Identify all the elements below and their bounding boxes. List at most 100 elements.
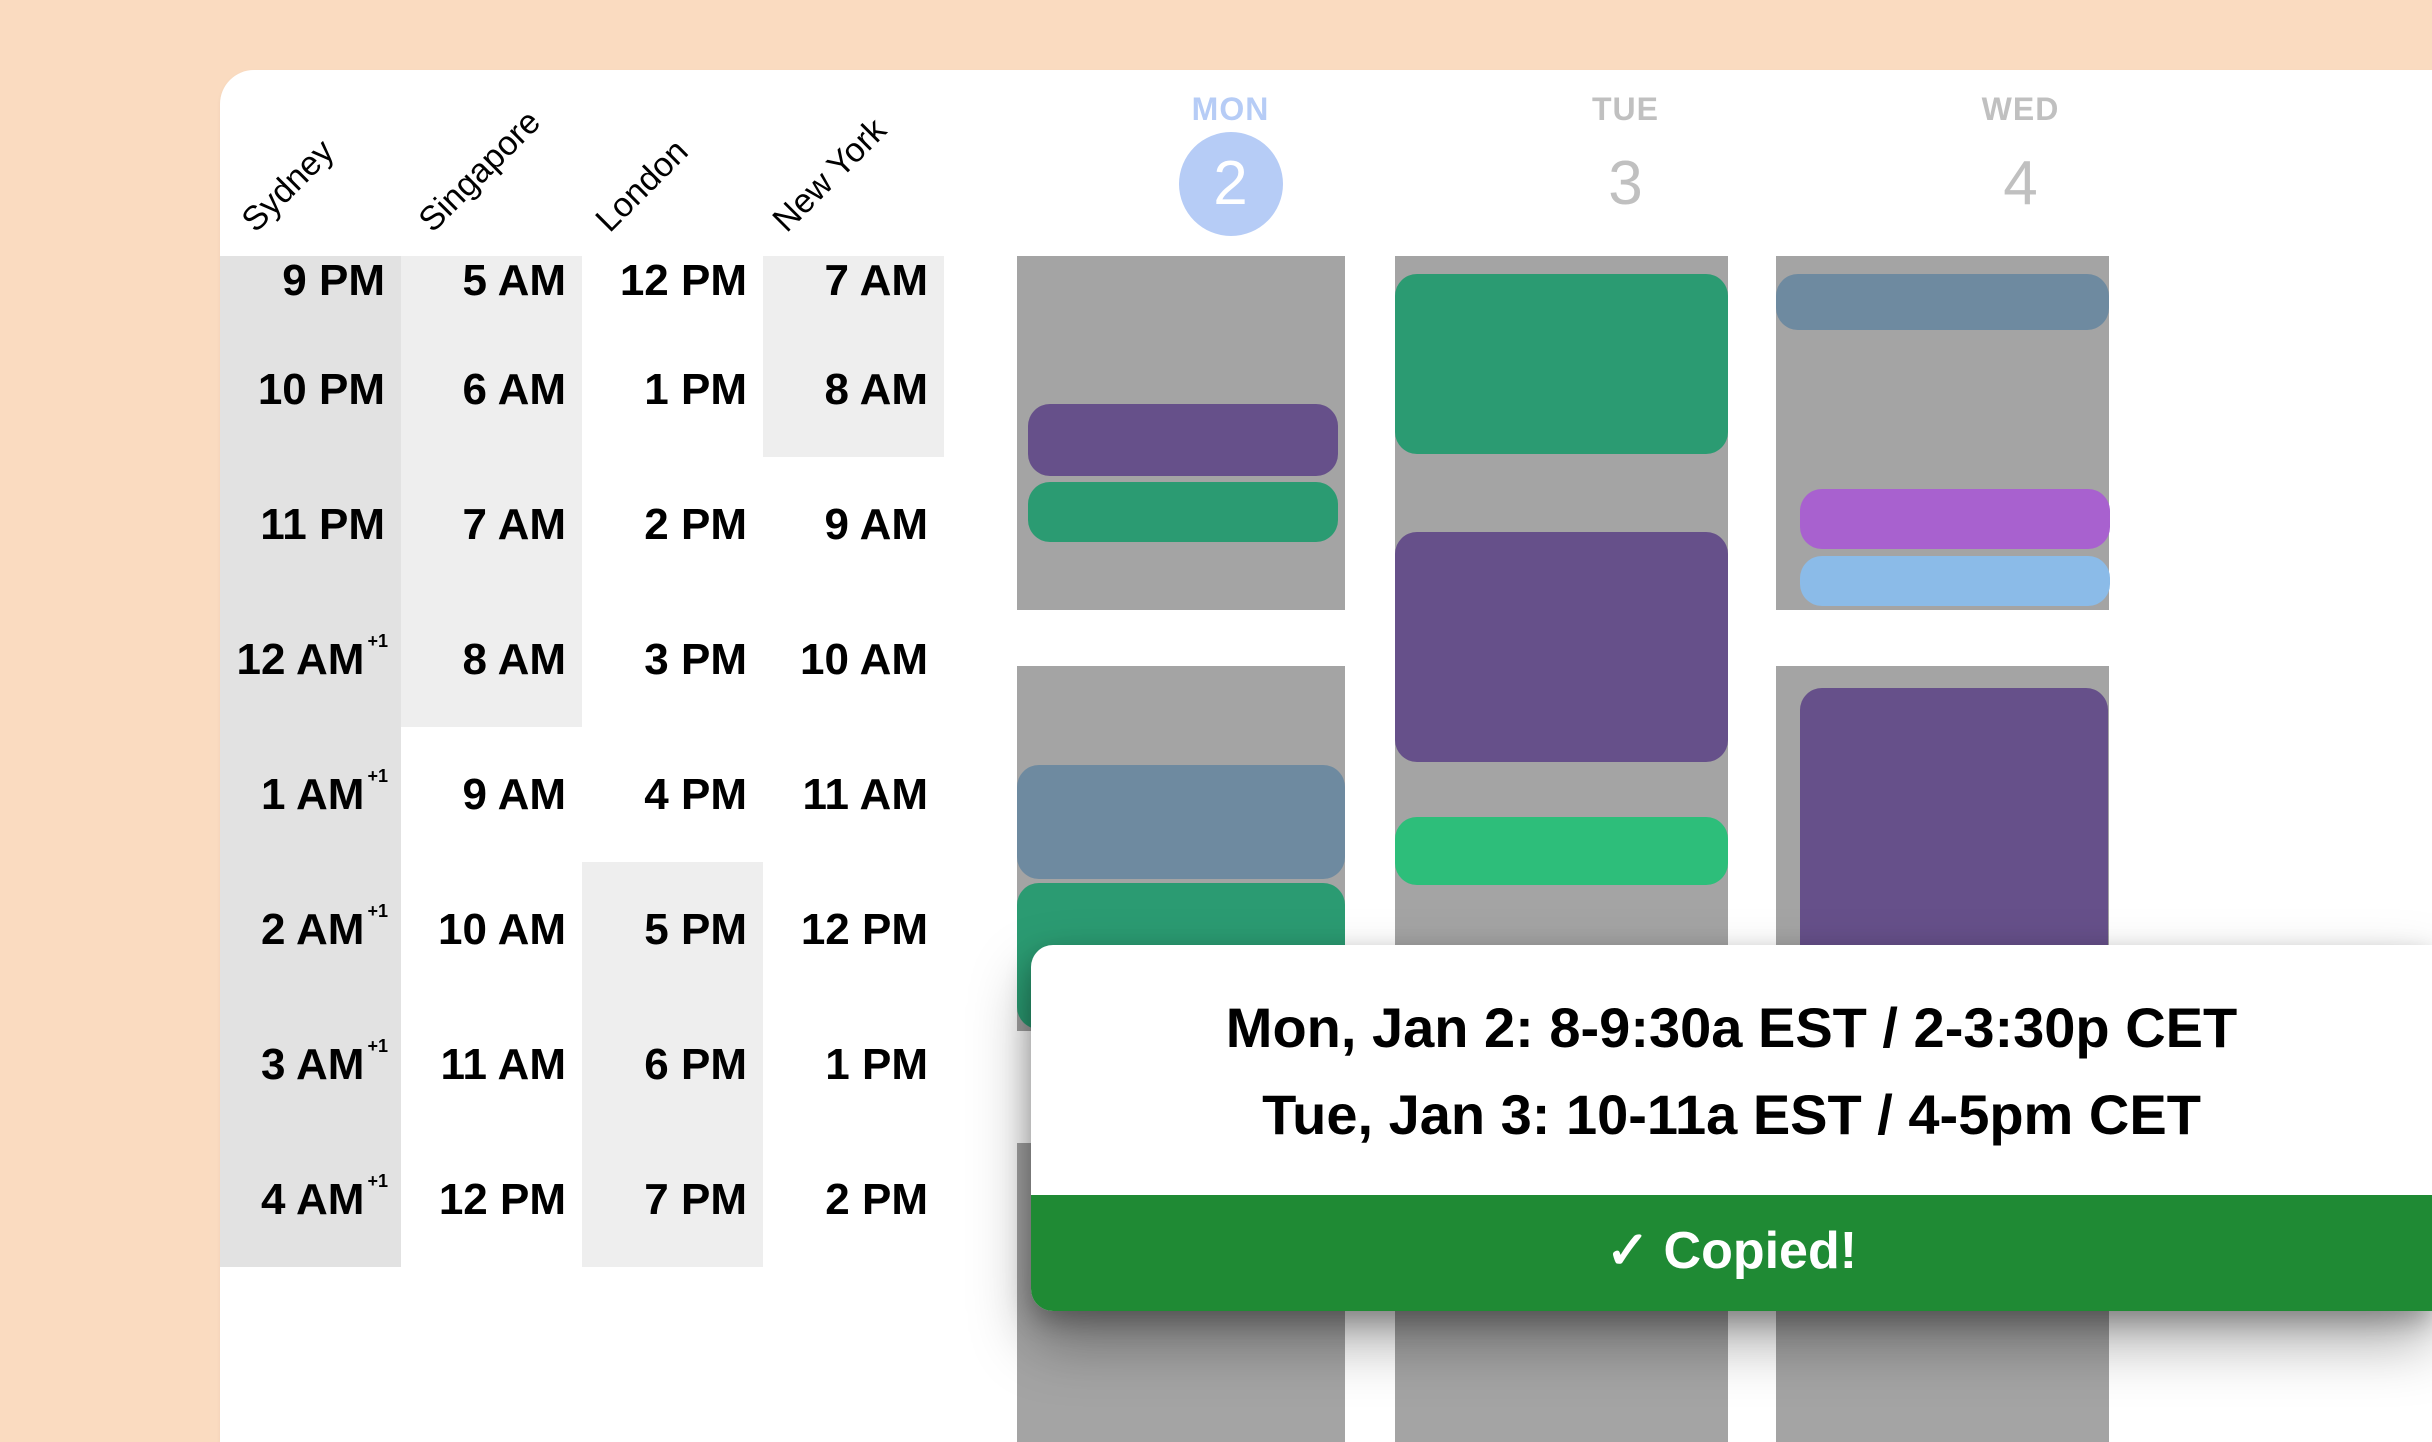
- check-icon: ✓: [1606, 1221, 1650, 1281]
- copied-label: Copied!: [1664, 1222, 1858, 1280]
- time-cell[interactable]: 6 PM: [582, 997, 763, 1132]
- city-header-singapore[interactable]: Singapore: [412, 112, 589, 242]
- day-of-week-label: TUE: [1428, 91, 1823, 128]
- time-label: 7 PM: [644, 1175, 747, 1225]
- calendar-event[interactable]: [1395, 532, 1728, 762]
- city-header-sydney[interactable]: Sydney: [235, 112, 412, 242]
- city-label: Sydney: [234, 132, 342, 240]
- time-cell[interactable]: 12 AM+1: [220, 592, 401, 727]
- day-offset-badge: +1: [367, 631, 388, 652]
- popup-body: Mon, Jan 2: 8-9:30a EST / 2-3:30p CET Tu…: [1031, 945, 2432, 1195]
- time-cell[interactable]: 7 PM: [582, 1132, 763, 1267]
- free-slot[interactable]: [1017, 610, 1345, 666]
- day-header[interactable]: MON2: [1033, 91, 1428, 236]
- day-offset-badge: +1: [367, 901, 388, 922]
- calendar-event[interactable]: [1395, 817, 1728, 885]
- calendar-event[interactable]: [1028, 404, 1338, 476]
- time-cell[interactable]: 8 AM: [763, 322, 944, 457]
- time-cell[interactable]: 4 PM: [582, 727, 763, 862]
- city-label: London: [588, 132, 696, 240]
- time-label: 6 AM: [463, 365, 567, 415]
- time-label: 7 AM: [825, 256, 929, 306]
- time-cell[interactable]: 4 AM+1: [220, 1132, 401, 1267]
- day-offset-badge: +1: [367, 1171, 388, 1192]
- time-cell[interactable]: 1 PM: [582, 322, 763, 457]
- day-header[interactable]: WED 4: [1823, 91, 2218, 236]
- time-cell[interactable]: 1 AM+1: [220, 727, 401, 862]
- time-row[interactable]: 9 PM 5 AM 12 PM 7 AM: [220, 256, 954, 322]
- time-cell[interactable]: 6 AM: [401, 322, 582, 457]
- time-label: 5 AM: [463, 256, 567, 306]
- day-of-week-label: WED: [1823, 91, 2218, 128]
- time-row[interactable]: 4 AM+1 12 PM 7 PM 2 PM: [220, 1132, 954, 1267]
- time-label: 11 AM: [440, 1040, 566, 1090]
- time-label: 4 PM: [644, 770, 747, 820]
- time-cell[interactable]: 9 AM: [401, 727, 582, 862]
- time-row[interactable]: 10 PM 6 AM 1 PM 8 AM: [220, 322, 954, 457]
- city-label: New York: [765, 111, 894, 240]
- city-header-newyork[interactable]: New York: [766, 112, 943, 242]
- time-cell[interactable]: 10 AM: [763, 592, 944, 727]
- day-of-week-label: MON: [1033, 91, 1428, 128]
- time-label: 10 AM: [800, 635, 928, 685]
- time-cell[interactable]: 2 AM+1: [220, 862, 401, 997]
- time-label: 2 AM: [261, 905, 365, 955]
- time-cell[interactable]: 2 PM: [763, 1132, 944, 1267]
- popup-line-2: Tue, Jan 3: 10-11a EST / 4-5pm CET: [1081, 1072, 2382, 1159]
- time-table: 9 PM5 AM12 PM7 AM10 PM6 AM1 PM8 AM11 PM7…: [220, 256, 954, 1442]
- day-number: 3: [1574, 132, 1678, 236]
- city-headers: Sydney Singapore London New York: [220, 70, 943, 256]
- time-cell[interactable]: 2 PM: [582, 457, 763, 592]
- header-row: Sydney Singapore London New York MON2TUE…: [220, 70, 2432, 256]
- calendar-event[interactable]: [1395, 274, 1728, 454]
- time-label: 8 AM: [825, 365, 929, 415]
- time-label: 2 PM: [825, 1175, 928, 1225]
- time-label: 3 AM: [261, 1040, 365, 1090]
- time-cell[interactable]: 5 AM: [401, 256, 582, 322]
- time-label: 8 AM: [463, 635, 567, 685]
- time-cell[interactable]: 11 AM: [401, 997, 582, 1132]
- time-cell[interactable]: 5 PM: [582, 862, 763, 997]
- time-row[interactable]: 12 AM+1 8 AM 3 PM 10 AM: [220, 592, 954, 727]
- time-row[interactable]: 1 AM+1 9 AM 4 PM 11 AM: [220, 727, 954, 862]
- calendar-event[interactable]: [1017, 765, 1345, 879]
- time-cell[interactable]: 11 AM: [763, 727, 944, 862]
- time-cell[interactable]: 9 AM: [763, 457, 944, 592]
- day-offset-badge: +1: [367, 766, 388, 787]
- time-label: 2 PM: [644, 500, 747, 550]
- time-cell[interactable]: 7 AM: [763, 256, 944, 322]
- time-label: 12 PM: [620, 256, 747, 306]
- time-label: 9 PM: [282, 256, 385, 306]
- time-cell[interactable]: 10 AM: [401, 862, 582, 997]
- time-label: 6 PM: [644, 1040, 747, 1090]
- day-header[interactable]: TUE 3: [1428, 91, 1823, 236]
- time-cell[interactable]: 12 PM: [582, 256, 763, 322]
- time-cell[interactable]: 9 PM: [220, 256, 401, 322]
- time-cell[interactable]: 8 AM: [401, 592, 582, 727]
- time-row[interactable]: 11 PM7 AM 2 PM 9 AM: [220, 457, 954, 592]
- calendar-event[interactable]: [1776, 274, 2109, 330]
- time-cell[interactable]: 11 PM: [220, 457, 401, 592]
- time-row[interactable]: 2 AM+110 AM5 PM12 PM: [220, 862, 954, 997]
- time-cell[interactable]: 12 PM: [763, 862, 944, 997]
- time-cell[interactable]: 1 PM: [763, 997, 944, 1132]
- time-row[interactable]: 3 AM+1 11 AM 6 PM 1 PM: [220, 997, 954, 1132]
- time-label: 9 AM: [463, 770, 567, 820]
- free-slot[interactable]: [1776, 610, 2109, 666]
- popup-footer: ✓Copied!: [1031, 1195, 2432, 1311]
- time-cell[interactable]: 7 AM: [401, 457, 582, 592]
- time-label: 12 PM: [439, 1175, 566, 1225]
- calendar-event[interactable]: [1028, 482, 1338, 542]
- time-cell[interactable]: 3 PM: [582, 592, 763, 727]
- calendar-event[interactable]: [1800, 489, 2110, 549]
- time-label: 3 PM: [644, 635, 747, 685]
- city-header-london[interactable]: London: [589, 112, 766, 242]
- time-label: 4 AM: [261, 1175, 365, 1225]
- time-cell[interactable]: 12 PM: [401, 1132, 582, 1267]
- calendar-event[interactable]: [1800, 556, 2110, 606]
- day-number: 4: [1969, 132, 2073, 236]
- time-cell[interactable]: 3 AM+1: [220, 997, 401, 1132]
- time-label: 9 AM: [825, 500, 929, 550]
- time-label: 1 AM: [261, 770, 365, 820]
- time-cell[interactable]: 10 PM: [220, 322, 401, 457]
